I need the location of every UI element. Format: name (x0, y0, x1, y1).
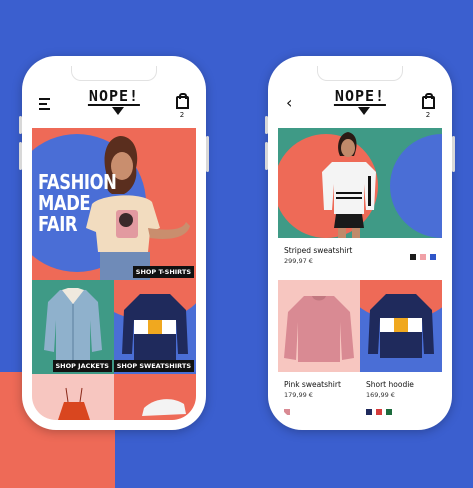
shopping-bag-icon (176, 93, 189, 109)
short-hoodie-image (368, 294, 434, 358)
product-card-info[interactable]: Pink sweatshirt 179,99 € (284, 380, 358, 420)
cart-button[interactable]: 2 (422, 93, 435, 119)
featured-product-info[interactable]: Striped sweatshirt 299,97 € (284, 246, 436, 276)
phone-right: ‹ NOPE! 2 Striped sweatshirt 299,97 € Pi… (265, 56, 455, 430)
shop-jackets-button[interactable]: SHOP JACKETS (52, 360, 112, 372)
category-tile-shoes[interactable] (114, 374, 196, 420)
product-image-short-hoodie[interactable] (360, 280, 442, 372)
sneaker-image (142, 399, 186, 416)
category-tile-dresses[interactable] (32, 374, 114, 420)
dress-image (58, 387, 90, 420)
hero-line: MADE (38, 191, 91, 215)
cart-count: 2 (179, 111, 185, 119)
brand-logo[interactable]: NOPE! (333, 88, 387, 106)
hero-line: FASHION (38, 170, 117, 194)
color-swatches (284, 402, 358, 420)
cart-button[interactable]: 2 (176, 93, 189, 119)
model-striped-sweatshirt-image (322, 132, 376, 238)
color-swatch-pink[interactable] (420, 254, 426, 260)
screen-left: NOPE! 2 FASHION MADE FAIR SHOP T-SHIRTS … (32, 66, 196, 420)
brand-logo[interactable]: NOPE! (87, 88, 141, 106)
color-swatches (366, 402, 440, 420)
notch (71, 66, 157, 81)
phone-left: NOPE! 2 FASHION MADE FAIR SHOP T-SHIRTS … (19, 56, 209, 430)
shop-sweatshirts-button[interactable]: SHOP SWEATSHIRTS (114, 360, 194, 372)
hero-headline: FASHION MADE FAIR (38, 170, 117, 236)
back-arrow-icon[interactable]: ‹ (286, 93, 292, 112)
category-tile-jackets[interactable]: SHOP JACKETS (32, 280, 114, 374)
color-swatch-pink[interactable] (284, 409, 290, 415)
color-swatch-red[interactable] (376, 409, 382, 415)
color-swatches (410, 247, 436, 265)
product-price: 179,99 € (284, 391, 313, 399)
product-card-info[interactable]: Short hoodie 169,99 € (366, 380, 440, 420)
app-header: NOPE! 2 (32, 80, 196, 128)
shopping-bag-icon (422, 93, 435, 109)
hamburger-menu-icon[interactable] (39, 98, 50, 113)
color-swatch-blue[interactable] (430, 254, 436, 260)
product-name: Short hoodie (366, 380, 414, 389)
product-price: 169,99 € (366, 391, 395, 399)
product-image-pink-sweatshirt[interactable] (278, 280, 360, 372)
logo-speech-tail (112, 107, 124, 115)
category-tile-sweatshirts[interactable]: SHOP SWEATSHIRTS (114, 280, 196, 374)
logo-speech-tail (358, 107, 370, 115)
product-name: Pink sweatshirt (284, 380, 341, 389)
screen-right: ‹ NOPE! 2 Striped sweatshirt 299,97 € Pi… (278, 66, 442, 420)
hero-banner[interactable]: FASHION MADE FAIR SHOP T-SHIRTS (32, 128, 196, 280)
color-swatch-navy[interactable] (366, 409, 372, 415)
featured-product-image[interactable] (278, 128, 442, 238)
shop-tshirts-button[interactable]: SHOP T-SHIRTS (132, 266, 194, 278)
color-swatch-black[interactable] (410, 254, 416, 260)
cart-count: 2 (425, 111, 431, 119)
pink-sweatshirt-image (284, 296, 354, 362)
hero-line: FAIR (38, 212, 78, 236)
notch (317, 66, 403, 81)
app-header: ‹ NOPE! 2 (278, 80, 442, 128)
color-swatch-green[interactable] (386, 409, 392, 415)
